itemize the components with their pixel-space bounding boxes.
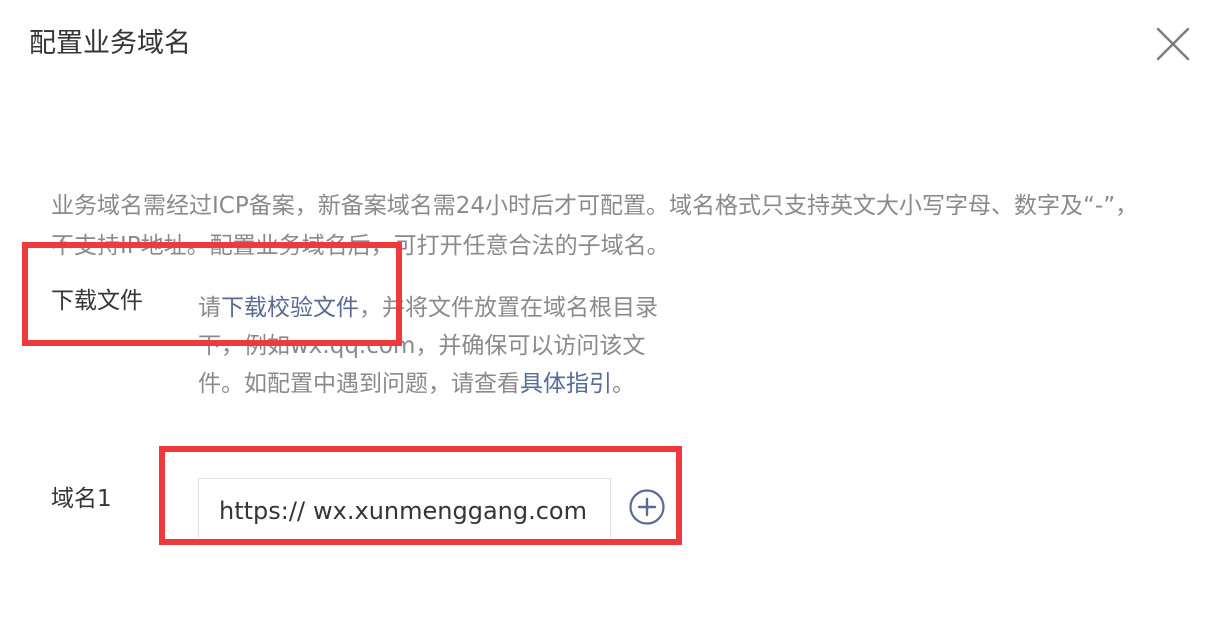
domain-input[interactable] [305, 496, 604, 525]
dialog-title: 配置业务域名 [29, 28, 191, 59]
detailed-guide-link[interactable]: 具体指引 [520, 371, 612, 397]
download-text-1: 请 [198, 295, 221, 321]
close-button[interactable] [1151, 22, 1195, 66]
domain-input-box: https:// [198, 478, 611, 542]
add-domain-button[interactable] [628, 488, 666, 526]
download-text-3: 。 [612, 371, 635, 397]
close-icon [1156, 27, 1190, 61]
domain-prefix: https:// [219, 496, 306, 525]
domain-1-label: 域名1 [51, 486, 112, 512]
download-verify-file-link[interactable]: 下载校验文件 [221, 295, 359, 321]
plus-circle-icon [629, 489, 665, 525]
domain-description: 业务域名需经过ICP备案，新备案域名需24小时后才可配置。域名格式只支持英文大小… [51, 193, 1139, 259]
download-instructions: 请下载校验文件，并将文件放置在域名根目录下，例如wx.qq.com，并确保可以访… [198, 289, 678, 403]
download-file-label: 下载文件 [51, 288, 143, 314]
